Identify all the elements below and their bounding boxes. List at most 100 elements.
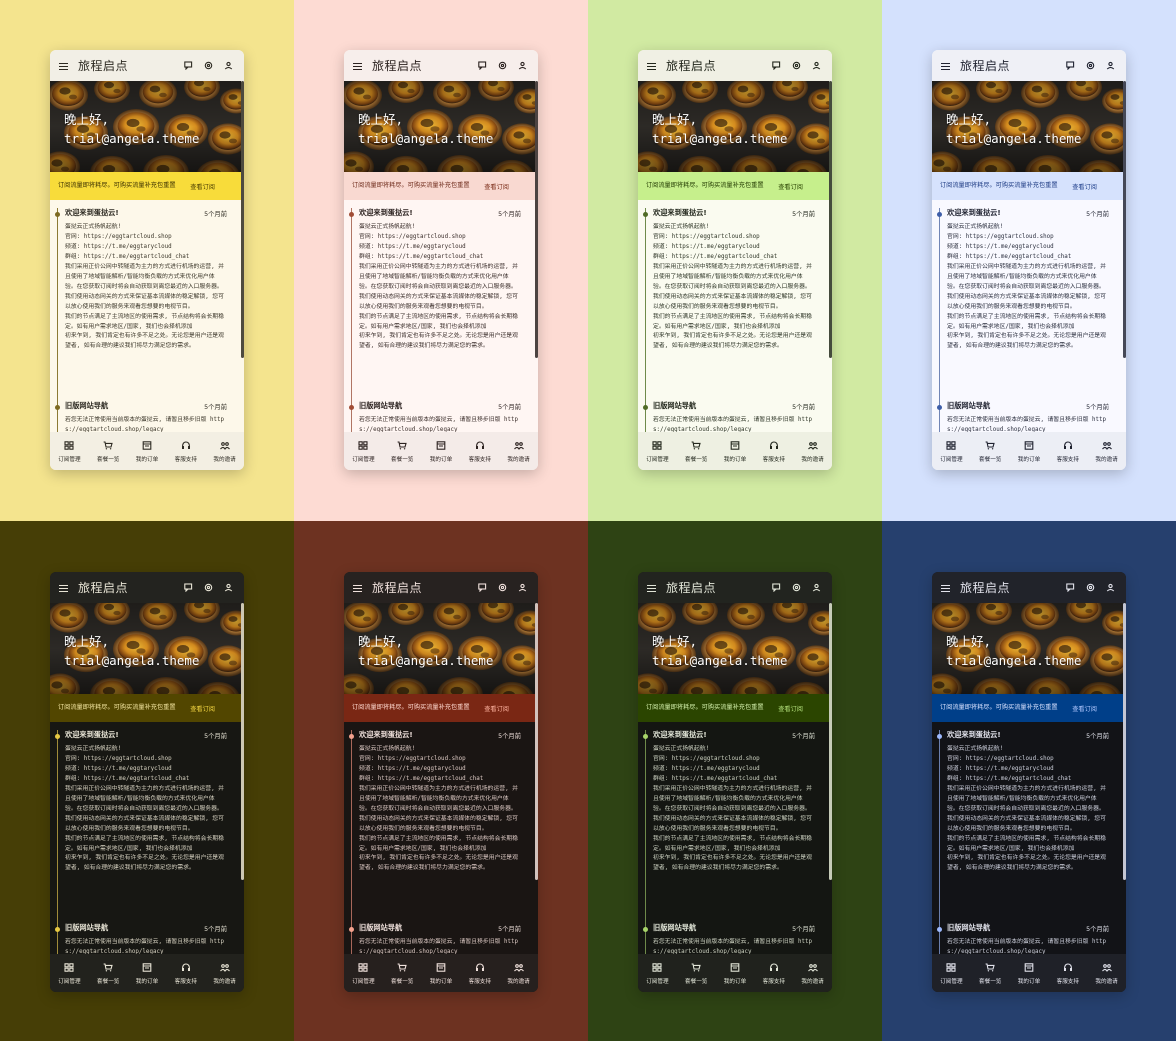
menu-icon[interactable] xyxy=(941,62,951,70)
nav-tab-2[interactable]: 我的订单 xyxy=(1010,432,1049,470)
scrollbar[interactable] xyxy=(829,603,832,880)
nav-tab-1[interactable]: 套餐一览 xyxy=(383,954,422,992)
scrollbar[interactable] xyxy=(535,81,538,358)
settings-icon[interactable] xyxy=(1086,583,1095,592)
settings-icon[interactable] xyxy=(792,583,801,592)
view-subscription-link[interactable]: 查看订阅 xyxy=(190,182,215,191)
nav-tab-1[interactable]: 套餐一览 xyxy=(677,432,716,470)
view-subscription-link[interactable]: 查看订阅 xyxy=(484,182,509,191)
nav-tab-3[interactable]: 客服支持 xyxy=(1048,954,1087,992)
nav-tab-4[interactable]: 我的邀请 xyxy=(793,954,832,992)
nav-tab-4[interactable]: 我的邀请 xyxy=(1087,954,1126,992)
menu-icon[interactable] xyxy=(647,584,657,592)
menu-icon[interactable] xyxy=(59,584,69,592)
subscription-notice: 订阅流量即将耗尽。可购买流量补充包重置 查看订阅 xyxy=(50,172,241,200)
chat-icon[interactable] xyxy=(772,61,781,70)
orders-icon xyxy=(436,441,446,450)
announcement-body: 若您无法正常使用当前版本的蛋挞云, 请暂且移步旧版 https://eggtar… xyxy=(947,939,1107,954)
nav-tab-1[interactable]: 套餐一览 xyxy=(677,954,716,992)
scrollbar[interactable] xyxy=(1123,81,1126,358)
user-icon[interactable] xyxy=(224,61,233,70)
scrollbar[interactable] xyxy=(535,603,538,880)
view-subscription-link[interactable]: 查看订阅 xyxy=(1072,182,1097,191)
settings-icon[interactable] xyxy=(792,61,801,70)
user-icon[interactable] xyxy=(1106,61,1115,70)
nav-tab-4[interactable]: 我的邀请 xyxy=(1087,432,1126,470)
nav-tab-3[interactable]: 客服支持 xyxy=(754,954,793,992)
menu-icon[interactable] xyxy=(59,62,69,70)
nav-tab-3[interactable]: 客服支持 xyxy=(166,432,205,470)
nav-tab-3[interactable]: 客服支持 xyxy=(1048,432,1087,470)
menu-icon[interactable] xyxy=(353,62,363,70)
nav-tab-2[interactable]: 我的订单 xyxy=(716,954,755,992)
nav-tab-1[interactable]: 套餐一览 xyxy=(971,432,1010,470)
nav-tab-0[interactable]: 订阅管理 xyxy=(638,954,677,992)
nav-tab-0[interactable]: 订阅管理 xyxy=(50,432,89,470)
settings-icon[interactable] xyxy=(204,583,213,592)
user-icon[interactable] xyxy=(518,61,527,70)
chat-icon[interactable] xyxy=(478,583,487,592)
nav-tab-1[interactable]: 套餐一览 xyxy=(383,432,422,470)
nav-tab-4[interactable]: 我的邀请 xyxy=(205,954,244,992)
support-icon xyxy=(769,963,779,972)
subscription-notice: 订阅流量即将耗尽。可购买流量补充包重置 查看订阅 xyxy=(638,694,829,722)
settings-icon[interactable] xyxy=(498,61,507,70)
user-icon[interactable] xyxy=(1106,583,1115,592)
scrollbar[interactable] xyxy=(241,603,244,880)
nav-tab-4[interactable]: 我的邀请 xyxy=(205,432,244,470)
settings-icon[interactable] xyxy=(204,61,213,70)
settings-icon[interactable] xyxy=(498,583,507,592)
nav-tab-4[interactable]: 我的邀请 xyxy=(499,432,538,470)
user-icon[interactable] xyxy=(224,583,233,592)
user-icon[interactable] xyxy=(812,61,821,70)
nav-tab-2[interactable]: 我的订单 xyxy=(128,432,167,470)
chat-icon[interactable] xyxy=(1066,583,1075,592)
subscription-notice: 订阅流量即将耗尽。可购买流量补充包重置 查看订阅 xyxy=(344,172,535,200)
nav-tab-2[interactable]: 我的订单 xyxy=(128,954,167,992)
announcement-time: 5个月前 xyxy=(204,404,227,411)
view-subscription-link[interactable]: 查看订阅 xyxy=(778,182,803,191)
nav-tab-0[interactable]: 订阅管理 xyxy=(932,954,971,992)
chat-icon[interactable] xyxy=(772,583,781,592)
nav-tab-0[interactable]: 订阅管理 xyxy=(344,954,383,992)
announcement-time: 5个月前 xyxy=(1086,211,1109,218)
announcement-title: 旧版网站导航 xyxy=(947,923,991,932)
view-subscription-link[interactable]: 查看订阅 xyxy=(484,704,509,713)
settings-icon[interactable] xyxy=(1086,61,1095,70)
chat-icon[interactable] xyxy=(184,583,193,592)
menu-icon[interactable] xyxy=(647,62,657,70)
nav-tab-0[interactable]: 订阅管理 xyxy=(344,432,383,470)
menu-icon[interactable] xyxy=(353,584,363,592)
menu-icon[interactable] xyxy=(941,584,951,592)
nav-tab-1[interactable]: 套餐一览 xyxy=(89,432,128,470)
nav-tab-3[interactable]: 客服支持 xyxy=(166,954,205,992)
chat-icon[interactable] xyxy=(478,61,487,70)
nav-tab-1[interactable]: 套餐一览 xyxy=(89,954,128,992)
nav-tab-0[interactable]: 订阅管理 xyxy=(932,432,971,470)
nav-tab-4[interactable]: 我的邀请 xyxy=(499,954,538,992)
nav-tab-0[interactable]: 订阅管理 xyxy=(638,432,677,470)
view-subscription-link[interactable]: 查看订阅 xyxy=(1072,704,1097,713)
nav-tab-1[interactable]: 套餐一览 xyxy=(971,954,1010,992)
nav-tab-3[interactable]: 客服支持 xyxy=(460,954,499,992)
nav-tab-2[interactable]: 我的订单 xyxy=(422,954,461,992)
user-icon[interactable] xyxy=(518,583,527,592)
nav-tab-label: 我的邀请 xyxy=(801,979,824,985)
nav-tab-4[interactable]: 我的邀请 xyxy=(793,432,832,470)
nav-tab-2[interactable]: 我的订单 xyxy=(422,432,461,470)
nav-tab-3[interactable]: 客服支持 xyxy=(754,432,793,470)
nav-tab-0[interactable]: 订阅管理 xyxy=(50,954,89,992)
nav-tab-2[interactable]: 我的订单 xyxy=(1010,954,1049,992)
view-subscription-link[interactable]: 查看订阅 xyxy=(778,704,803,713)
view-subscription-link[interactable]: 查看订阅 xyxy=(190,704,215,713)
bottom-nav: 订阅管理 套餐一览 我的订单 客服支持 我的邀请 xyxy=(344,432,538,470)
nav-tab-3[interactable]: 客服支持 xyxy=(460,432,499,470)
announcement-title: 旧版网站导航 xyxy=(653,923,697,932)
scrollbar[interactable] xyxy=(829,81,832,358)
user-icon[interactable] xyxy=(812,583,821,592)
scrollbar[interactable] xyxy=(1123,603,1126,880)
scrollbar[interactable] xyxy=(241,81,244,358)
chat-icon[interactable] xyxy=(1066,61,1075,70)
nav-tab-2[interactable]: 我的订单 xyxy=(716,432,755,470)
chat-icon[interactable] xyxy=(184,61,193,70)
